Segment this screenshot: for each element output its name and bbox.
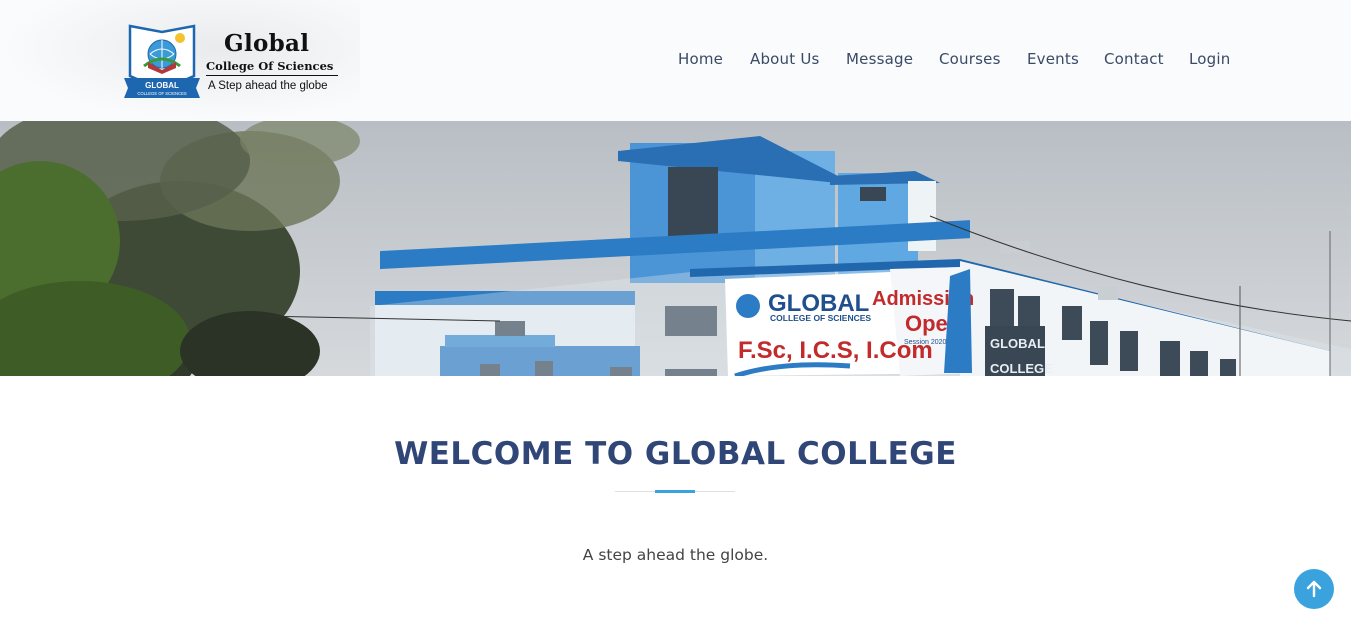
back-to-top-button[interactable] [1294, 569, 1334, 609]
nav-item-home[interactable]: Home [678, 50, 723, 68]
site-logo[interactable]: GLOBAL COLLEGE OF SCIENCES Global Colleg… [122, 22, 342, 100]
arrow-up-icon [1306, 580, 1322, 598]
nav-item-login[interactable]: Login [1189, 50, 1230, 68]
hero-image: GLOBAL COLLEGE OF SCIENCES Admission Ope… [0, 121, 1351, 376]
nav-item-about-us[interactable]: About Us [750, 50, 820, 68]
side-sign: GLOBAL COLLEGE [985, 326, 1053, 376]
nav-item-message[interactable]: Message [846, 50, 913, 68]
nav-item-contact[interactable]: Contact [1104, 50, 1164, 68]
title-divider-accent [655, 490, 695, 493]
emblem-subtext: COLLEGE OF SCIENCES [137, 91, 187, 96]
side-sign-text-2: COLLEGE [990, 361, 1053, 376]
logo-title: Global [224, 30, 310, 57]
nav-item-courses[interactable]: Courses [939, 50, 1001, 68]
logo-subtitle: College Of Sciences [206, 59, 338, 76]
logo-tagline: A Step ahead the globe [208, 80, 328, 92]
admission-sign: GLOBAL COLLEGE OF SCIENCES Admission Ope… [725, 267, 974, 376]
hero-banner: GLOBAL COLLEGE OF SCIENCES Admission Ope… [0, 121, 1351, 376]
page: GLOBAL COLLEGE OF SCIENCES Global Colleg… [0, 0, 1351, 621]
side-sign-text: GLOBAL [990, 336, 1045, 351]
nav-item-events[interactable]: Events [1027, 50, 1079, 68]
welcome-tagline: A step ahead the globe. [582, 546, 769, 564]
emblem-text: GLOBAL [145, 81, 179, 90]
sign-subname: COLLEGE OF SCIENCES [770, 313, 871, 323]
site-header: GLOBAL COLLEGE OF SCIENCES Global Colleg… [0, 0, 1351, 121]
college-emblem-icon: GLOBAL COLLEGE OF SCIENCES [124, 24, 200, 98]
welcome-title: WELCOME TO GLOBAL COLLEGE [394, 436, 957, 472]
